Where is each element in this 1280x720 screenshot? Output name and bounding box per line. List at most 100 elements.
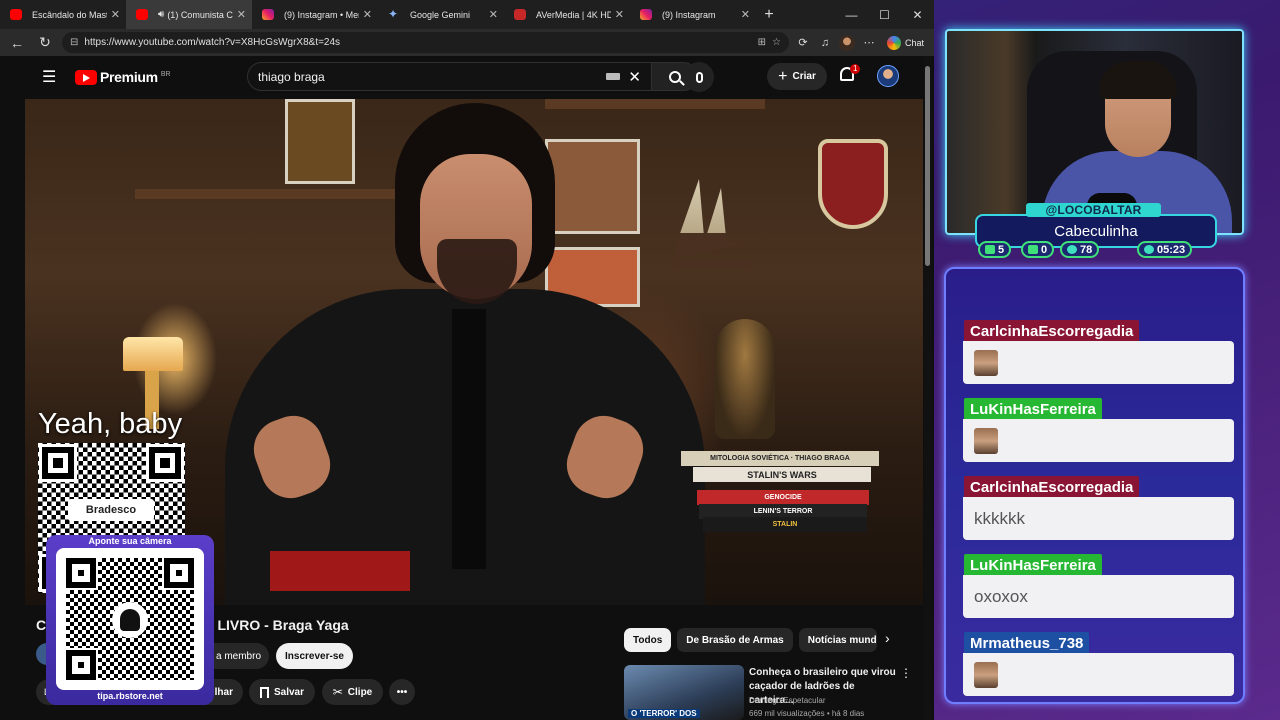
book-spine: MITOLOGIA SOVIÉTICA · THIAGO BRAGA: [681, 451, 879, 466]
tab-youtube-comunista[interactable]: 🔊︎ (1) Comunista CH ✕: [126, 0, 252, 29]
chip-brasao[interactable]: De Brasão de Armas: [677, 628, 793, 652]
streamer-hair: [1099, 61, 1177, 99]
chip-all[interactable]: Todos: [624, 628, 672, 652]
recommendation-channel[interactable]: Domingo Espetacular: [749, 696, 825, 705]
extension-icon[interactable]: ⟳: [795, 36, 811, 49]
close-icon[interactable]: ✕: [741, 8, 750, 21]
video-title-end: u LIVRO - Braga Yaga: [205, 617, 349, 633]
chat-bubble-icon: [985, 245, 995, 254]
video-caption: Yeah, baby: [38, 408, 183, 440]
recommendation-chips: Todos De Brasão de Armas Notícias mundi: [624, 628, 877, 652]
chat-count: 5: [998, 243, 1005, 256]
donation-qr-card: Aponte sua câmera tipa.rbstore.net: [46, 535, 214, 705]
address-bar: ← ↻ ⊟ https://www.youtube.com/watch?v=X8…: [0, 29, 934, 56]
whatsapp-icon: [1144, 245, 1154, 254]
badge-icon: [1067, 245, 1077, 254]
more-actions-button[interactable]: •••: [389, 679, 415, 705]
book-spine: GENOCIDE: [697, 490, 869, 505]
tab-title: AVerMedia | 4K HDMI: [536, 9, 611, 20]
chevron-right-icon[interactable]: ›: [885, 630, 890, 646]
voice-search-button[interactable]: [684, 62, 714, 92]
emote-image: [974, 427, 998, 454]
clip-button[interactable]: ✂ Clipe: [322, 679, 383, 705]
close-window-icon[interactable]: ✕: [901, 0, 934, 29]
back-arrow-icon[interactable]: ←: [6, 35, 28, 51]
tab-bar: Escândalo do Master s ✕ 🔊︎ (1) Comunista…: [0, 0, 934, 29]
youtube-icon: [136, 9, 148, 20]
qr-bank-label: Bradesco: [68, 499, 154, 521]
ship-model: [666, 179, 754, 269]
tab-youtube-escandalo[interactable]: Escândalo do Master s ✕: [0, 0, 126, 29]
scissors-icon: ✂: [332, 685, 343, 699]
save-button[interactable]: Salvar: [249, 679, 315, 705]
emote-image: [974, 349, 998, 376]
scrollbar-thumb[interactable]: [925, 66, 930, 266]
tab-title: Escândalo do Master s: [32, 9, 107, 20]
youtube-count-stat: 0: [1021, 241, 1055, 258]
qr-caption: Aponte sua câmera: [88, 536, 172, 546]
apps-icon[interactable]: ⊞: [758, 37, 766, 48]
close-icon[interactable]: ✕: [111, 8, 120, 21]
logo-country: BR: [160, 71, 171, 78]
keyboard-icon[interactable]: [606, 73, 621, 80]
tab-gemini[interactable]: ✦ Google Gemini ✕: [378, 0, 504, 29]
window-controls: — ☐ ✕: [835, 0, 934, 29]
logo-text: Premium: [100, 69, 158, 85]
media-icon[interactable]: ♫: [817, 37, 833, 49]
hamburger-menu-icon[interactable]: ☰: [42, 67, 60, 87]
stream-chat-panel: CarlcinhaEscorregadia LuKinHasFerreira C…: [944, 267, 1245, 704]
microphone-icon: [695, 71, 703, 83]
star-icon[interactable]: ☆: [772, 37, 781, 48]
tab-avermedia[interactable]: AVerMedia | 4K HDMI ✕: [504, 0, 630, 29]
recommendation-thumbnail[interactable]: O 'TERROR' DOS: [624, 665, 744, 720]
book-spine: STALIN: [703, 517, 867, 532]
qr-corner: [162, 556, 196, 590]
clear-search-icon[interactable]: ✕: [628, 68, 641, 86]
wall-photo: [545, 139, 640, 234]
gemini-icon: ✦: [388, 7, 399, 21]
youtube-count: 0: [1041, 243, 1048, 256]
tab-instagram-mensagens[interactable]: (9) Instagram • Mensa ✕: [252, 0, 378, 29]
url-field[interactable]: ⊟ https://www.youtube.com/watch?v=X8HcGs…: [62, 32, 789, 53]
qr-corner: [146, 444, 184, 482]
tab-instagram[interactable]: (9) Instagram ✕: [630, 0, 756, 29]
minimize-icon[interactable]: —: [835, 0, 868, 29]
close-icon[interactable]: ✕: [237, 8, 246, 21]
refresh-icon[interactable]: ↻: [34, 34, 56, 51]
close-icon[interactable]: ✕: [363, 8, 372, 21]
close-icon[interactable]: ✕: [615, 8, 624, 21]
streamer-handle: @LOCOBALTAR: [1026, 203, 1161, 217]
close-icon[interactable]: ✕: [489, 8, 498, 21]
account-avatar[interactable]: [877, 65, 899, 87]
recommendation-meta: 669 mil visualizações • há 8 dias: [749, 709, 865, 718]
new-tab-button[interactable]: +: [756, 0, 782, 29]
site-info-icon[interactable]: ⊟: [70, 37, 78, 48]
donation-url: tipa.rbstore.net: [97, 691, 163, 701]
chat-count-stat: 5: [978, 241, 1012, 258]
kebab-menu-icon[interactable]: ⋮: [900, 666, 912, 680]
profile-avatar[interactable]: [838, 34, 855, 51]
statue: [715, 319, 775, 439]
youtube-icon: [10, 9, 22, 20]
search-input[interactable]: thiago braga ✕: [247, 62, 652, 91]
copilot-chat-button[interactable]: Chat: [883, 35, 928, 50]
video-title-start: C: [36, 617, 47, 633]
chat-message: [963, 653, 1234, 696]
chat-username: CarlcinhaEscorregadia: [964, 320, 1140, 342]
maximize-icon[interactable]: ☐: [868, 0, 901, 29]
bookmark-icon: [259, 686, 269, 698]
uptime-stat: 05:23: [1137, 241, 1193, 258]
red-book: [270, 551, 410, 591]
shelf: [545, 99, 765, 109]
save-label: Salvar: [273, 686, 305, 698]
chip-noticias[interactable]: Notícias mundi: [798, 628, 877, 652]
tab-title: (9) Instagram: [662, 9, 716, 20]
chat-message: kkkkkk: [963, 497, 1234, 540]
create-button[interactable]: + Criar: [767, 63, 827, 90]
thumbnail-tag: O 'TERROR' DOS: [628, 709, 700, 718]
subscribe-button[interactable]: Inscrever-se: [276, 643, 353, 669]
audio-icon[interactable]: 🔊︎: [158, 9, 164, 20]
youtube-logo[interactable]: Premium BR: [75, 69, 171, 85]
tab-title: (9) Instagram • Mensa: [284, 9, 359, 20]
menu-dots-icon[interactable]: ⋯: [861, 36, 877, 49]
